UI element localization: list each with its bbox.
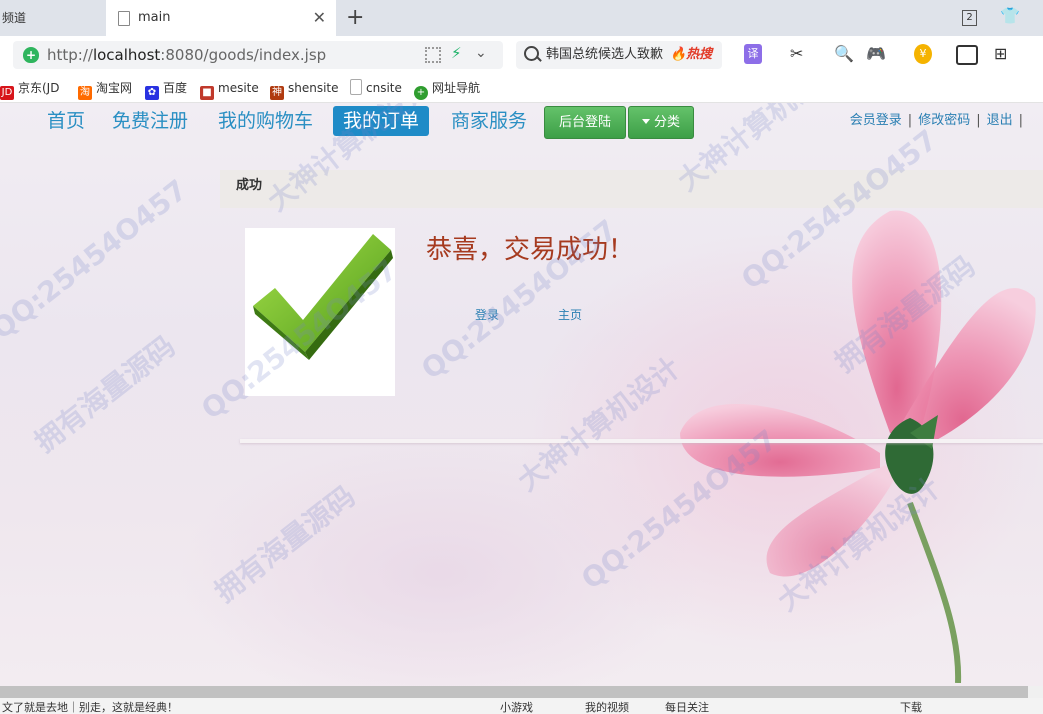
browser-tab-bar: 频道 main ✕ + 2 👕	[0, 0, 1043, 36]
address-bar[interactable]: + http://localhost:8080/goods/index.jsp …	[13, 41, 503, 69]
bookmark-cnsite[interactable]: cnsite	[350, 74, 402, 102]
main-nav: 首页 免费注册 我的购物车 我的订单 商家服务 后台登陆 分类 会员登录 | 修改密…	[0, 103, 1043, 143]
bookmark-label: shensite	[288, 81, 339, 95]
baidu-paw-icon: ✿	[145, 86, 159, 100]
bookmark-label: cnsite	[366, 81, 402, 95]
nav-merchant[interactable]: 商家服务	[451, 106, 527, 136]
tab-previous[interactable]: 频道	[0, 0, 106, 36]
lightning-icon[interactable]: ⚡	[451, 44, 462, 62]
tab-count-badge[interactable]: 2	[962, 10, 977, 26]
bookmark-jd[interactable]: JD 京东(JD	[0, 74, 59, 102]
login-link[interactable]: 登录	[475, 306, 499, 323]
watermark-qq: QQ:25454O457	[0, 173, 194, 346]
page-icon	[118, 11, 130, 26]
success-image	[245, 228, 395, 396]
url-text[interactable]: http://localhost:8080/goods/index.jsp	[47, 41, 326, 69]
shensite-icon: 神	[270, 86, 284, 100]
bookmark-label: mesite	[218, 81, 259, 95]
member-login-link[interactable]: 会员登录	[850, 113, 902, 128]
jd-icon: JD	[0, 86, 14, 100]
sidebar-panel-icon[interactable]	[956, 45, 978, 65]
url-host: localhost	[92, 46, 161, 64]
status-game[interactable]: 小游戏	[500, 699, 533, 714]
url-prefix: http://	[47, 46, 93, 64]
browser-toolbar: + http://localhost:8080/goods/index.jsp …	[0, 36, 1043, 74]
apps-grid-icon[interactable]: ⊞	[994, 44, 1007, 64]
status-download[interactable]: 下载	[900, 699, 922, 714]
web-page: 首页 免费注册 我的购物车 我的订单 商家服务 后台登陆 分类 会员登录 | 修改密…	[0, 103, 1043, 686]
shield-icon[interactable]: +	[23, 47, 39, 63]
logout-link[interactable]: 退出	[987, 113, 1013, 128]
bookmark-label: 京东(JD	[18, 81, 60, 95]
taobao-icon: 淘	[78, 86, 92, 100]
watermark-source: 拥有海量源码	[28, 329, 182, 459]
search-input[interactable]: 韩国总统候选人致歉	[546, 41, 663, 69]
bookmark-shensite[interactable]: 神 shensite	[270, 74, 339, 102]
separator: |	[907, 113, 913, 128]
close-icon[interactable]: ✕	[313, 0, 326, 36]
tab-active[interactable]: main ✕	[106, 0, 336, 36]
success-message: 恭喜，交易成功！	[426, 235, 635, 265]
chevron-down-icon[interactable]: ⌄	[475, 45, 487, 61]
caret-down-icon	[641, 119, 650, 124]
qr-code-icon[interactable]	[425, 47, 441, 63]
status-bar: 文了就是去地｜别走，这就是经典！ 小游戏 我的视频 每日关注 下载	[0, 698, 1043, 714]
divider	[240, 439, 1043, 443]
url-rest: :8080/goods/index.jsp	[160, 46, 327, 64]
magnifier-icon[interactable]: 🔍	[834, 44, 854, 64]
status-video[interactable]: 我的视频	[585, 699, 629, 714]
hot-search-badge[interactable]: 🔥热搜	[670, 41, 712, 69]
panel-title: 成功	[236, 178, 263, 193]
category-label: 分类	[653, 115, 680, 130]
mesite-icon: ■	[200, 86, 214, 100]
status-news[interactable]: 每日关注	[665, 699, 709, 714]
flower-illustration	[680, 210, 1036, 683]
bookmark-label: 淘宝网	[96, 81, 133, 95]
panel-header: 成功	[220, 170, 1043, 208]
horizontal-scrollbar-thumb[interactable]	[0, 686, 1028, 698]
bookmark-mesite[interactable]: ■ mesite	[200, 74, 259, 102]
admin-login-button[interactable]: 后台登陆	[544, 106, 626, 139]
tab-title: main	[138, 10, 171, 25]
search-icon	[524, 46, 539, 61]
nav-home[interactable]: 首页	[47, 106, 85, 136]
bookmark-label: 网址导航	[432, 81, 481, 95]
nav-register[interactable]: 免费注册	[112, 106, 188, 136]
category-dropdown-button[interactable]: 分类	[628, 106, 694, 139]
search-box[interactable]: 韩国总统候选人致歉 🔥热搜	[516, 41, 722, 69]
checkmark-icon	[253, 234, 393, 360]
new-tab-plus-icon[interactable]: +	[346, 4, 364, 32]
change-password-link[interactable]: 修改密码	[918, 113, 970, 128]
home-link[interactable]: 主页	[558, 306, 582, 323]
nav-plus-icon: +	[414, 86, 428, 100]
gamepad-icon[interactable]: 🎮	[866, 44, 886, 64]
bookmark-nav[interactable]: + 网址导航	[414, 74, 480, 102]
status-news-ticker[interactable]: 文了就是去地｜别走，这就是经典！	[2, 699, 178, 714]
scissors-icon[interactable]: ✂	[790, 44, 803, 64]
nav-orders[interactable]: 我的订单	[333, 106, 430, 136]
bookmarks-bar: JD 京东(JD 淘淘宝网 ✿ 百度 ■ mesite 神 shensite cnsit…	[0, 74, 1043, 103]
bookmark-label: 百度	[163, 81, 188, 95]
top-links: 会员登录 | 修改密码 | 退出 |	[850, 109, 1029, 128]
skin-shirt-icon[interactable]: 👕	[1000, 6, 1020, 25]
separator: |	[976, 113, 981, 128]
coin-icon[interactable]: ¥	[914, 44, 932, 64]
separator: |	[1018, 113, 1023, 128]
page-icon	[350, 79, 362, 95]
translate-icon[interactable]: 译	[744, 44, 762, 64]
nav-cart[interactable]: 我的购物车	[218, 106, 313, 136]
bookmark-baidu[interactable]: ✿ 百度	[145, 74, 187, 102]
tab-previous-label: 频道	[2, 11, 27, 25]
bookmark-taobao[interactable]: 淘淘宝网	[78, 74, 132, 102]
